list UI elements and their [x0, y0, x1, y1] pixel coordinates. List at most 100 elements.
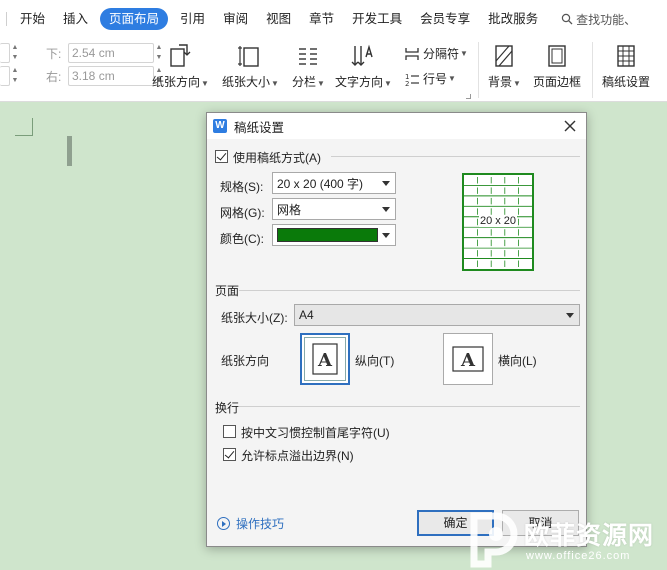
grid-select[interactable]: 网格 — [272, 198, 396, 220]
svg-text:2: 2 — [405, 80, 409, 87]
spec-value: 20 x 20 (400 字) — [277, 176, 364, 191]
landscape-page-icon: A — [452, 346, 484, 372]
ribbon-divider — [478, 42, 479, 98]
line-number-button[interactable]: 12 行号 ▼ — [404, 70, 456, 87]
play-icon — [217, 517, 230, 530]
search-placeholder: 查找功能、 — [576, 12, 637, 27]
tips-label: 操作技巧 — [236, 517, 285, 531]
margin-bottom-left-input[interactable] — [0, 66, 10, 86]
use-grid-label: 使用稿纸方式(A) — [233, 151, 321, 165]
text-direction-button[interactable]: 文字方向▼ — [335, 43, 392, 90]
page-border-label: 页面边框 — [533, 75, 582, 89]
chevron-down-icon — [382, 233, 390, 238]
grid-value: 网格 — [277, 202, 302, 217]
separator-button[interactable]: 分隔符 ▼ — [404, 45, 468, 62]
margin-bottom-input[interactable]: 2.54 cm — [68, 43, 154, 63]
text-direction-label: 文字方向 — [335, 75, 384, 89]
background-button[interactable]: 背景▼ — [488, 43, 521, 90]
paper-orientation-label: 纸张方向 — [152, 75, 201, 89]
separator-icon — [405, 47, 419, 60]
punct-overflow-label: 允许标点溢出边界(N) — [241, 449, 354, 463]
search-box[interactable]: 查找功能、 — [561, 11, 636, 28]
menu-item-review[interactable]: 审阅 — [214, 8, 257, 30]
menu-item-member[interactable]: 会员专享 — [411, 8, 479, 30]
menu-item-view[interactable]: 视图 — [257, 8, 300, 30]
margin-bottom-row: ▲ ▼ 右: 3.18 cm ▲ ▼ — [0, 66, 164, 86]
orientation-label: 纸张方向 — [221, 354, 270, 368]
paper-size-icon — [238, 46, 260, 67]
section-divider — [331, 156, 580, 157]
text-direction-icon — [351, 44, 374, 66]
text-cursor — [67, 136, 72, 166]
menu-item-grading[interactable]: 批改服务 — [479, 8, 547, 30]
paper-size-select[interactable]: A4 — [294, 304, 580, 326]
page-corner-mark — [15, 118, 33, 136]
landscape-label[interactable]: 横向(L) — [498, 352, 537, 369]
line-number-label: 行号 — [423, 72, 448, 86]
close-icon[interactable] — [562, 118, 578, 134]
wrap-section-title: 换行 — [215, 401, 240, 415]
wps-writer-icon: W — [213, 119, 227, 133]
paper-size-button[interactable]: 纸张大小▼ — [222, 43, 279, 90]
ribbon: ▲ ▼ 下: 2.54 cm ▲ ▼ ▲ ▼ 右: 3.18 cm ▲ ▼ 纸张方向▼ … — [0, 38, 667, 102]
grid-paper-button[interactable]: 稿纸设置 — [602, 43, 650, 90]
menu-bar: 开始 插入 页面布局 引用 审阅 视图 章节 开发工具 会员专享 批改服务 查找… — [0, 0, 667, 38]
line-number-icon: 12 — [405, 73, 419, 87]
search-icon — [561, 13, 573, 25]
paper-size-label: 纸张大小 — [222, 75, 271, 89]
grid-paper-icon — [617, 45, 635, 67]
paper-orientation-button[interactable]: 纸张方向▼ — [152, 43, 209, 90]
use-grid-checkbox[interactable] — [215, 150, 228, 163]
watermark-url: www.office26.com — [526, 550, 631, 562]
svg-text:A: A — [460, 350, 476, 371]
columns-button[interactable]: 分栏▼ — [292, 43, 325, 90]
margin-top-left-spinner[interactable]: ▲ ▼ — [10, 43, 20, 63]
preview-label: 20 x 20 — [478, 215, 518, 227]
punct-overflow-checkbox[interactable] — [223, 448, 236, 461]
grid-paper-label: 稿纸设置 — [602, 75, 651, 89]
watermark-text: 欧菲资源网 — [524, 522, 655, 550]
columns-label: 分栏 — [292, 75, 317, 89]
color-swatch — [277, 228, 378, 242]
ribbon-dialog-launcher[interactable] — [466, 94, 471, 99]
menu-item-developer[interactable]: 开发工具 — [343, 8, 411, 30]
margin-bottom-label: 下: — [46, 46, 62, 61]
color-select[interactable] — [272, 224, 396, 246]
grid-preview: 20 x 20 — [462, 173, 534, 271]
menu-item-page-layout[interactable]: 页面布局 — [100, 8, 169, 30]
watermark: 欧菲资源网 www.office26.com — [466, 510, 666, 568]
paper-orientation-icon — [170, 44, 191, 67]
tips-link[interactable]: 操作技巧 — [217, 515, 284, 532]
color-label: 颜色(C): — [220, 232, 264, 246]
chinese-rules-label: 按中文习惯控制首尾字符(U) — [241, 426, 390, 440]
separator-label: 分隔符 — [423, 47, 460, 61]
grid-paper-dialog: W 稿纸设置 使用稿纸方式(A) 规格(S): 20 x 20 (400 字) … — [206, 112, 587, 547]
portrait-label[interactable]: 纵向(T) — [355, 352, 394, 369]
margin-bottom-left-spinner[interactable]: ▲ ▼ — [10, 66, 20, 86]
ribbon-divider — [592, 42, 593, 98]
page-section-title: 页面 — [215, 284, 240, 298]
margin-top-left-input[interactable] — [0, 43, 10, 63]
margin-right-input[interactable]: 3.18 cm — [68, 66, 154, 86]
margin-top-row: ▲ ▼ 下: 2.54 cm ▲ ▼ — [0, 43, 164, 63]
menu-item-references[interactable]: 引用 — [171, 8, 214, 30]
chevron-down-icon — [382, 207, 390, 212]
menu-item-chapter[interactable]: 章节 — [300, 8, 343, 30]
grid-label: 网格(G): — [220, 206, 265, 220]
margin-right-label: 右: — [46, 69, 62, 84]
page-border-button[interactable]: 页面边框 — [533, 43, 581, 90]
menu-item-home[interactable]: 开始 — [11, 8, 54, 30]
portrait-option[interactable]: A — [300, 333, 350, 385]
landscape-option[interactable]: A — [443, 333, 493, 385]
chinese-rules-checkbox[interactable] — [223, 425, 236, 438]
section-divider — [239, 406, 580, 407]
menu-item-insert[interactable]: 插入 — [54, 8, 97, 30]
section-divider — [239, 290, 580, 291]
chevron-down-icon — [382, 181, 390, 186]
dialog-titlebar[interactable]: W 稿纸设置 — [207, 113, 586, 139]
watermark-logo-icon — [470, 512, 518, 568]
dialog-title: 稿纸设置 — [234, 120, 285, 135]
svg-text:A: A — [317, 350, 333, 371]
spec-select[interactable]: 20 x 20 (400 字) — [272, 172, 396, 194]
paper-size-field-label: 纸张大小(Z): — [221, 311, 288, 325]
